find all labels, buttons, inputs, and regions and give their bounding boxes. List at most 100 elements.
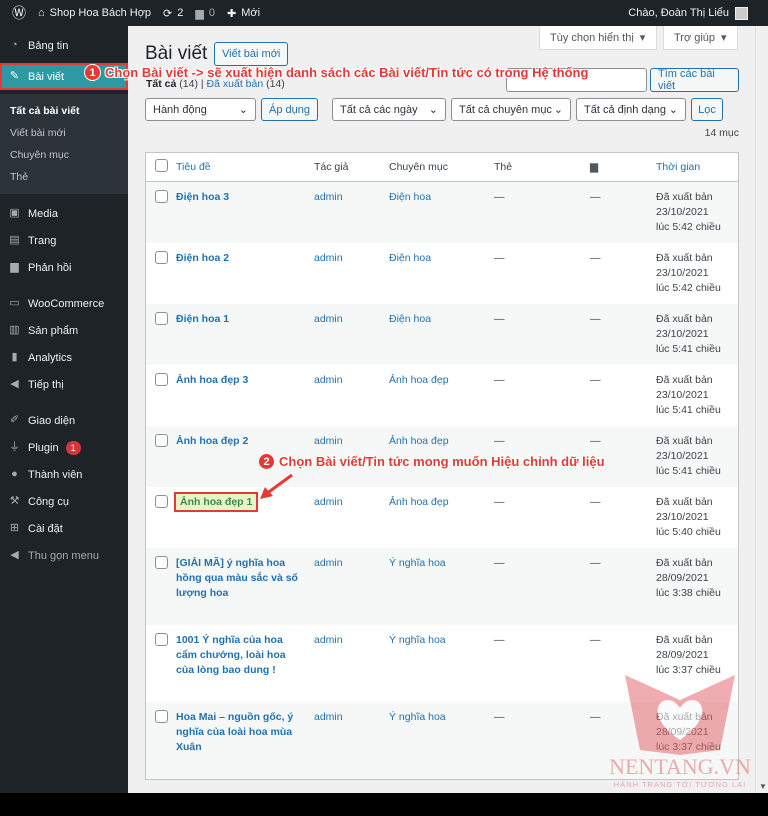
scroll-down-icon[interactable]: ▼ [759, 782, 767, 791]
search-posts-button[interactable]: Tìm các bài viết [650, 68, 739, 92]
new-link[interactable]: ✚ Mới [227, 7, 260, 20]
sidebar-item-comments[interactable]: ▆ Phản hồi [0, 254, 128, 281]
post-author[interactable]: admin [310, 625, 385, 702]
row-checkbox[interactable] [155, 190, 168, 203]
avatar [735, 6, 748, 20]
row-checkbox[interactable] [155, 373, 168, 386]
row-checkbox[interactable] [155, 312, 168, 325]
sidebar-item-users[interactable]: ● Thành viên [0, 461, 128, 488]
row-checkbox[interactable] [155, 495, 168, 508]
sidebar-item-appearance[interactable]: ✐ Giao diện [0, 407, 128, 434]
plugin-icon: ⏚ [9, 441, 20, 453]
plugin-update-badge: 1 [65, 440, 81, 455]
annotation-arrow [260, 473, 293, 499]
column-author: Tác giả [310, 152, 385, 182]
post-category[interactable]: Ảnh hoa đẹp [385, 365, 490, 426]
column-title[interactable]: Tiêu đề [172, 152, 310, 182]
sidebar-item-products[interactable]: ▥ Sản phẩm [0, 317, 128, 344]
post-title-link[interactable]: Điện hoa 2 [176, 252, 229, 264]
add-new-post-button[interactable]: Viết bài mới [214, 42, 289, 66]
sidebar-item-plugins[interactable]: ⏚ Plugin 1 [0, 434, 128, 461]
sidebar-item-analytics[interactable]: ▮ Analytics [0, 344, 128, 371]
column-date[interactable]: Thời gian [652, 152, 739, 182]
menu-label: Sản phẩm [28, 324, 79, 337]
post-category[interactable]: Điện hoa [385, 243, 490, 304]
post-category[interactable]: Ý nghĩa hoa [385, 625, 490, 702]
comment-icon: ▆ [590, 161, 599, 173]
post-title-link[interactable]: Ảnh hoa đẹp 1 [173, 492, 259, 512]
select-all-checkbox[interactable] [155, 159, 168, 172]
updates-count: 2 [177, 7, 184, 19]
menu-label: Analytics [28, 351, 73, 364]
row-checkbox[interactable] [155, 434, 168, 447]
post-author[interactable]: admin [310, 487, 385, 548]
row-checkbox[interactable] [155, 556, 168, 569]
post-title-link[interactable]: Ảnh hoa đẹp 3 [176, 374, 248, 386]
category-filter-select[interactable]: Tất cả chuyên mục ⌄ [451, 98, 571, 121]
post-title-link[interactable]: Điện hoa 3 [176, 191, 229, 203]
post-category[interactable]: Ý nghĩa hoa [385, 702, 490, 779]
date-filter-select[interactable]: Tất cả các ngày ⌄ [332, 98, 446, 121]
post-tags: — [494, 496, 505, 508]
post-status: Đã xuất bản [656, 496, 713, 508]
sidebar-item-pages[interactable]: ▤ Trang [0, 227, 128, 254]
post-author[interactable]: admin [310, 304, 385, 365]
post-author[interactable]: admin [310, 548, 385, 625]
post-author[interactable]: admin [310, 181, 385, 243]
submenu-add-new[interactable]: Viết bài mới [0, 122, 128, 144]
submenu-categories[interactable]: Chuyên mục [0, 144, 128, 166]
annotation-step-2: 2 Chọn Bài viết/Tin tức mong muốn Hiệu ch… [258, 453, 605, 470]
post-title-link[interactable]: [GIẢI MÃ] ý nghĩa hoa hồng qua màu sắc v… [176, 557, 298, 599]
page-icon: ▤ [9, 234, 20, 246]
media-icon: ▣ [9, 207, 20, 219]
step-number: 2 [258, 453, 275, 470]
new-label: Mới [241, 7, 261, 19]
comments-link[interactable]: ▆ 0 [195, 7, 215, 20]
post-category[interactable]: Ý nghĩa hoa [385, 548, 490, 625]
format-filter-select[interactable]: Tất cả định dạng ⌄ [576, 98, 686, 121]
screen-options-button[interactable]: Tùy chọn hiển thị ▾ [539, 26, 657, 50]
post-date: 23/10/2021 [656, 450, 709, 462]
account-menu[interactable]: Chào, Đoàn Thị Liểu [628, 6, 748, 20]
post-title-link[interactable]: Điện hoa 1 [176, 313, 229, 325]
post-author[interactable]: admin [310, 702, 385, 779]
comment-icon: ▆ [10, 261, 19, 273]
collapse-menu-button[interactable]: ◀ Thu gọn menu [0, 542, 128, 569]
post-category[interactable]: Ảnh hoa đẹp [385, 487, 490, 548]
row-checkbox[interactable] [155, 710, 168, 723]
sidebar-item-tools[interactable]: ⚒ Công cụ [0, 488, 128, 515]
post-author[interactable]: admin [310, 243, 385, 304]
post-title-link[interactable]: 1001 Ý nghĩa của hoa cẩm chướng, loài ho… [176, 634, 286, 676]
sidebar-item-settings[interactable]: ⊞ Cài đặt [0, 515, 128, 542]
apply-button[interactable]: Áp dụng [261, 98, 318, 121]
post-time: lúc 5:42 chiều [656, 282, 721, 294]
admin-bar: Ⓦ ⌂ Shop Hoa Bách Hợp ⟳ 2 ▆ 0 ✚ Mới Chào, Đo… [0, 0, 768, 26]
submenu-all-posts[interactable]: Tất cả bài viết [0, 100, 128, 122]
sidebar-item-dashboard[interactable]: ◔ Bảng tin [0, 32, 128, 59]
row-checkbox[interactable] [155, 633, 168, 646]
sidebar-item-media[interactable]: ▣ Media [0, 200, 128, 227]
updates-link[interactable]: ⟳ 2 [163, 7, 183, 20]
post-author[interactable]: admin [310, 365, 385, 426]
post-title-link[interactable]: Ảnh hoa đẹp 2 [176, 435, 248, 447]
site-link[interactable]: ⌂ Shop Hoa Bách Hợp [38, 7, 151, 19]
woo-icon: ▭ [9, 297, 20, 309]
post-category[interactable]: Điện hoa [385, 181, 490, 243]
post-time: lúc 5:40 chiều [656, 526, 721, 538]
bulk-action-select[interactable]: Hành động ⌄ [145, 98, 256, 121]
wordpress-logo-icon[interactable]: Ⓦ [12, 3, 26, 23]
menu-label: Công cụ [28, 495, 69, 508]
help-button[interactable]: Trợ giúp ▾ [663, 26, 738, 50]
post-category[interactable]: Điện hoa [385, 304, 490, 365]
sidebar-item-woocommerce[interactable]: ▭ WooCommerce [0, 290, 128, 317]
row-checkbox[interactable] [155, 251, 168, 264]
menu-label: Media [28, 207, 58, 220]
scrollbar[interactable]: ▼ [755, 26, 768, 793]
filter-button[interactable]: Lọc [691, 98, 723, 121]
post-tags: — [494, 252, 505, 264]
post-title-link[interactable]: Hoa Mai – nguồn gốc, ý nghĩa của loài ho… [176, 711, 293, 753]
user-icon: ● [11, 468, 18, 480]
post-date: 23/10/2021 [656, 206, 709, 218]
sidebar-item-marketing[interactable]: ◀ Tiếp thị [0, 371, 128, 398]
submenu-tags[interactable]: Thẻ [0, 166, 128, 188]
